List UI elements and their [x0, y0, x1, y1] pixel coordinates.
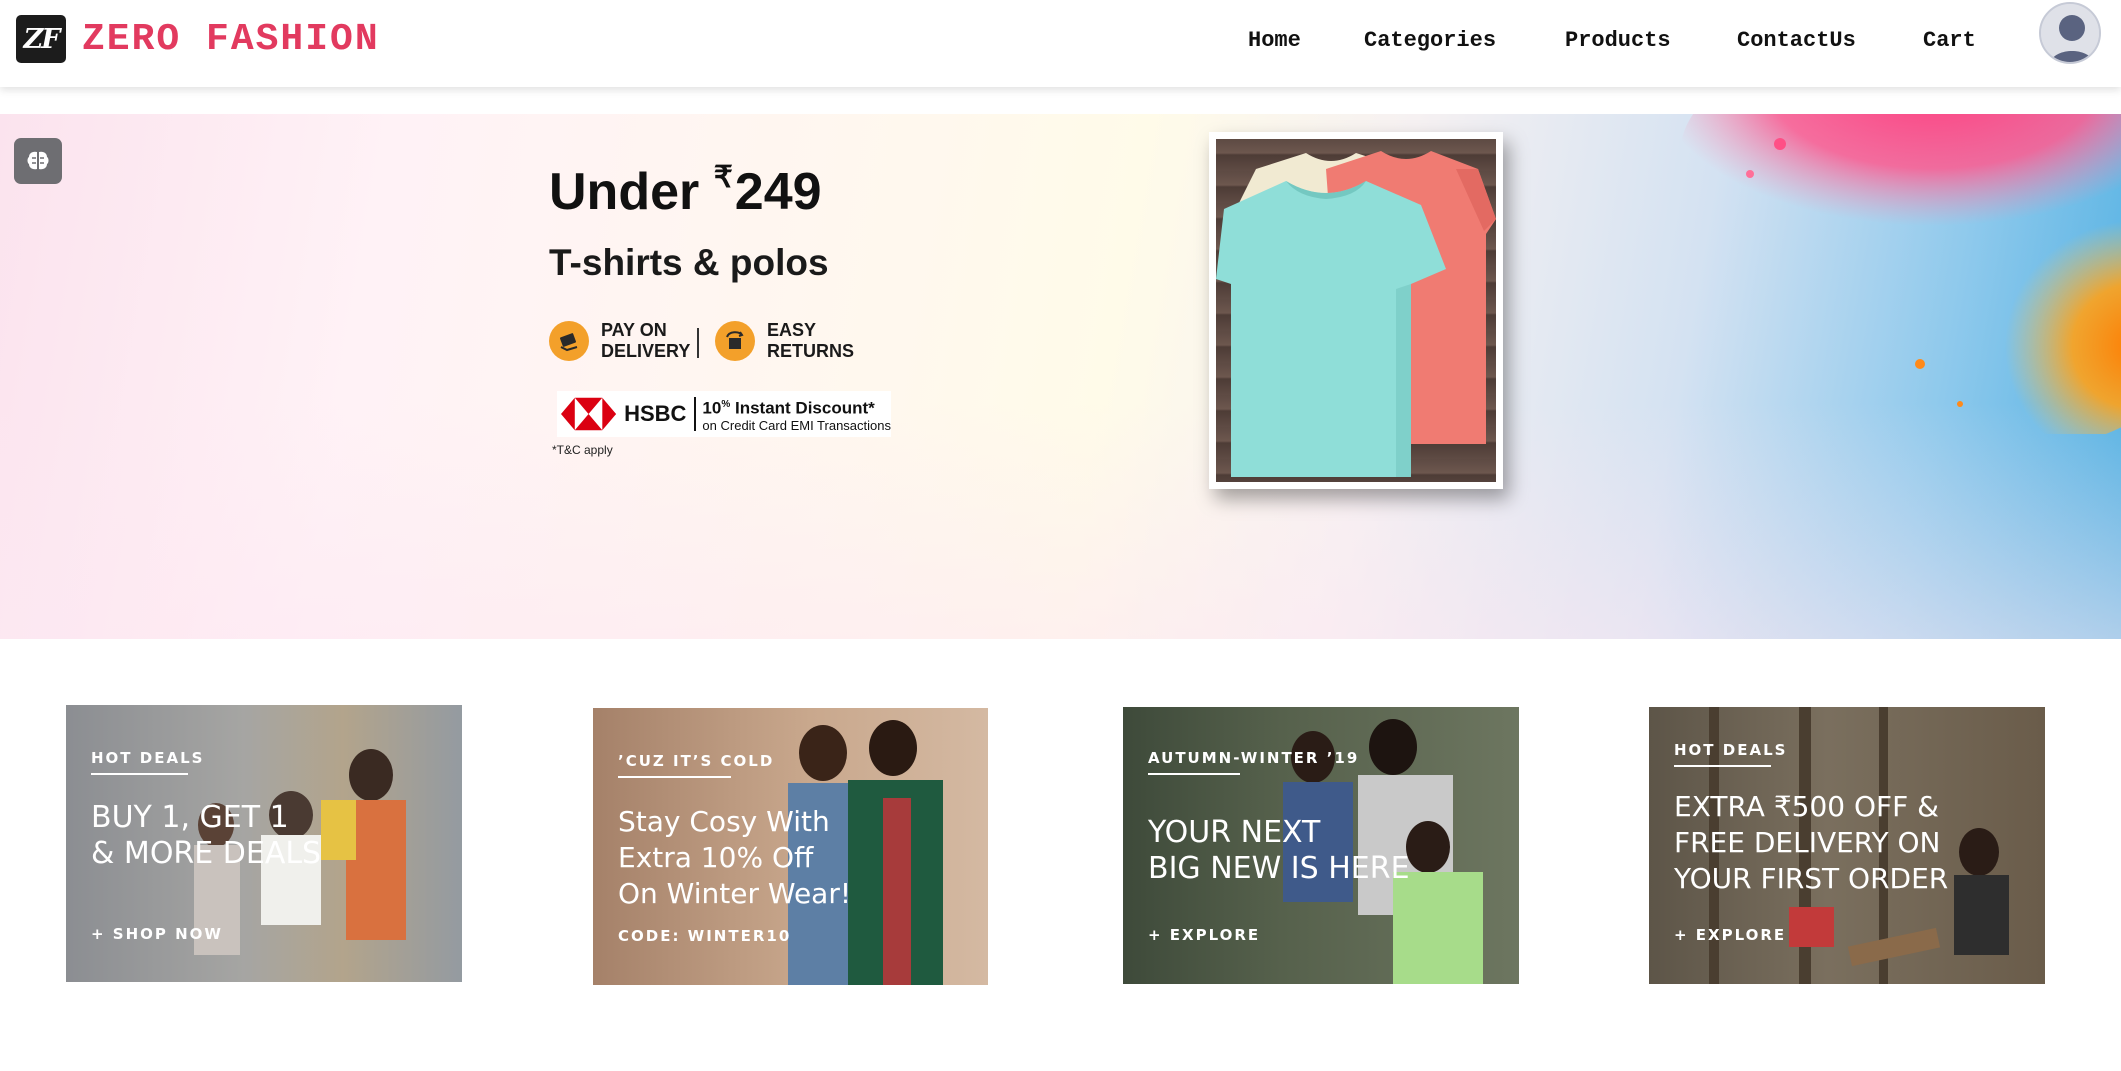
offer-percent-sign: %	[721, 399, 731, 411]
hero-title-prefix: Under	[549, 163, 714, 221]
promo-tag: AUTUMN-WINTER ’19	[1148, 749, 1360, 767]
promo-headline: EXTRA ₹500 OFF & FREE DELIVERY ON YOUR F…	[1674, 790, 1949, 895]
bank-offer-card[interactable]: HSBC 10% Instant Discount* on Credit Car…	[557, 391, 891, 437]
tshirt-image	[1216, 139, 1496, 482]
promo-tag-underline	[618, 776, 731, 778]
promo-card-autumn-winter[interactable]: AUTUMN-WINTER ’19 YOUR NEXT BIG NEW IS H…	[1123, 707, 1519, 984]
promo-card-first-order[interactable]: HOT DEALS EXTRA ₹500 OFF & FREE DELIVERY…	[1649, 707, 2045, 984]
cash-on-delivery-icon	[549, 321, 589, 361]
bank-offer-text: 10% Instant Discount* on Credit Card EMI…	[702, 395, 891, 433]
nav-categories[interactable]: Categories	[1364, 28, 1496, 53]
perk-pay-on-delivery: PAY ON DELIVERY	[549, 320, 690, 362]
perk-easy-returns-text: EASY RETURNS	[767, 320, 855, 361]
promo-cta: + EXPLORE	[1148, 926, 1261, 944]
promo-tag: ’CUZ IT’S COLD	[618, 752, 775, 770]
nav-contact-us[interactable]: ContactUs	[1737, 28, 1856, 53]
currency-symbol: ₹	[713, 161, 733, 194]
offer-percent: 10	[702, 398, 722, 418]
perk-divider	[697, 328, 699, 358]
return-box-icon	[715, 321, 755, 361]
promo-tag: HOT DEALS	[1674, 741, 1788, 759]
promo-tag-underline	[91, 773, 188, 775]
promo-headline: Stay Cosy With Extra 10% Off On Winter W…	[618, 805, 852, 910]
user-avatar-icon[interactable]	[2039, 2, 2101, 64]
main-nav: Home Categories Products ContactUs Cart	[0, 28, 2121, 60]
navbar: ZF ZERO FASHION Home Categories Products…	[0, 0, 2121, 87]
hero-subtitle: T-shirts & polos	[549, 242, 829, 283]
hero-price: 249	[734, 163, 822, 221]
hsbc-logo-icon	[561, 397, 617, 431]
hero-banner[interactable]: Under ₹249 T-shirts & polos PAY ON DELIV…	[0, 114, 2121, 639]
promo-cta: + EXPLORE	[1674, 926, 1787, 944]
promo-tag-underline	[1674, 765, 1771, 767]
promo-card-winter[interactable]: ’CUZ IT’S COLD Stay Cosy With Extra 10% …	[593, 708, 988, 985]
hero-action-button[interactable]	[14, 138, 62, 184]
promo-card-hot-deals[interactable]: HOT DEALS BUY 1, GET 1 & MORE DEALS + SH…	[66, 705, 462, 982]
promo-headline: BUY 1, GET 1 & MORE DEALS	[91, 800, 322, 871]
perk-easy-returns: EASY RETURNS	[715, 320, 854, 362]
terms-note: *T&C apply	[552, 443, 613, 457]
tshirt-photo	[1209, 132, 1503, 489]
promo-tag: HOT DEALS	[91, 749, 205, 767]
bank-name: HSBC	[624, 397, 697, 431]
promo-headline: YOUR NEXT BIG NEW IS HERE	[1148, 815, 1410, 886]
promo-cta: CODE: WINTER10	[618, 927, 792, 945]
offer-detail: on Credit Card EMI Transactions	[702, 417, 891, 433]
hero-title: Under ₹249	[549, 160, 822, 222]
brain-icon	[27, 151, 49, 170]
promo-cta: + SHOP NOW	[91, 925, 223, 943]
nav-home[interactable]: Home	[1248, 28, 1301, 53]
color-splash-decoration	[1680, 114, 2121, 434]
promo-tag-underline	[1148, 773, 1240, 775]
nav-products[interactable]: Products	[1565, 28, 1671, 53]
offer-label: Instant Discount*	[730, 398, 875, 418]
perk-pay-on-delivery-text: PAY ON DELIVERY	[601, 320, 691, 361]
nav-cart[interactable]: Cart	[1923, 28, 1976, 53]
